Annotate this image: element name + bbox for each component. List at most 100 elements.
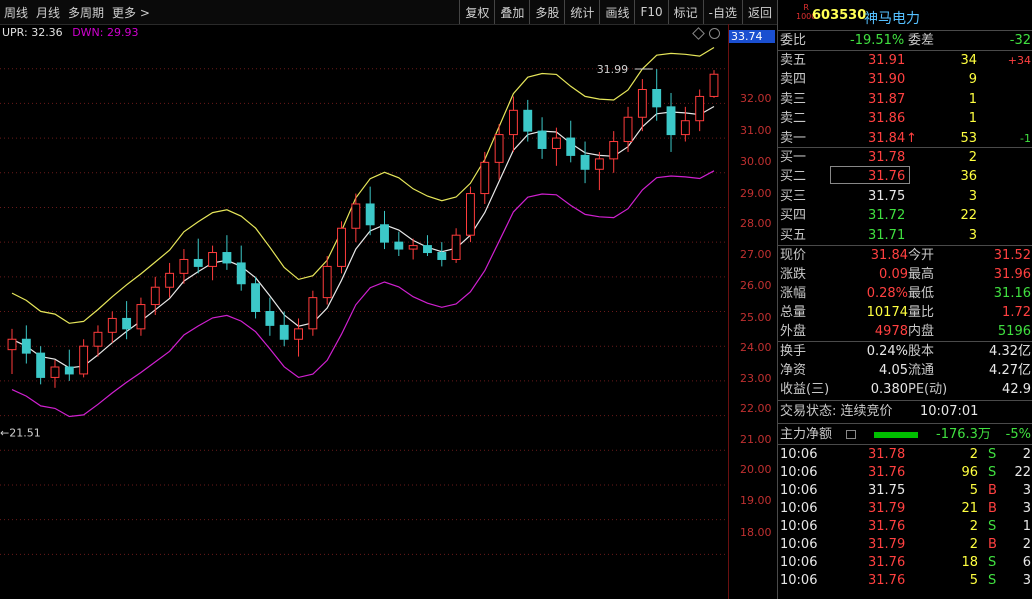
stock-name[interactable]: 神马电力	[864, 8, 920, 28]
quote-label: 内盘	[908, 324, 935, 339]
finance-value: 42.9	[1002, 382, 1031, 397]
tab-multi-period[interactable]: 多周期	[64, 4, 108, 21]
bid-price: 31.76	[868, 169, 906, 185]
adjust-button[interactable]: 复权	[459, 0, 494, 24]
price-axis-label: 18.00	[740, 526, 772, 539]
overlay-button[interactable]: 叠加	[494, 0, 529, 24]
ask-price: 31.91	[868, 53, 906, 68]
ask-change: +34	[1007, 54, 1031, 67]
tab-weekly[interactable]: 周线	[0, 4, 32, 21]
tick-count: 2	[1022, 447, 1031, 462]
quote-value: 31.84	[870, 248, 908, 263]
tick-time: 10:06	[780, 501, 818, 516]
list-icon[interactable]	[846, 430, 856, 439]
bid-row[interactable]: 买四 31.72 22	[778, 206, 1032, 225]
candle-body	[322, 265, 332, 299]
mark-button[interactable]: 标记	[667, 0, 703, 24]
quote-label: 最高	[908, 267, 935, 282]
ask-row[interactable]: 卖二 31.86 1	[778, 109, 1032, 128]
quote-panel: R 1000 603530 神马电力 委比 -19.51% 委差 -32 卖五 31…	[777, 0, 1032, 599]
candle-body	[609, 141, 619, 160]
tick-row[interactable]: 10:06 31.76 5 S 3	[778, 572, 1032, 590]
bid-volume: 22	[960, 208, 977, 224]
back-button[interactable]: 返回	[741, 0, 777, 24]
ask-volume: 1	[968, 91, 977, 107]
bid-row[interactable]: 买五 31.71 3	[778, 226, 1032, 245]
tick-row[interactable]: 10:06 31.76 96 S 22	[778, 464, 1032, 482]
candle-body	[21, 338, 31, 354]
stock-code[interactable]: 603530	[812, 8, 866, 23]
candle-body	[36, 352, 46, 378]
quote-value: 31.96	[993, 267, 1031, 282]
candle-body	[208, 252, 218, 267]
tick-row[interactable]: 10:06 31.76 18 S 6	[778, 554, 1032, 572]
price-axis-label: 19.00	[740, 494, 772, 507]
tick-time: 10:06	[780, 537, 818, 552]
mainforce-value: -176.3万	[936, 427, 991, 442]
chart-tools: 复权 叠加 多股 统计 画线 F10 标记 -自选 返回	[459, 0, 777, 24]
candle-body	[294, 328, 303, 340]
tick-side: S	[988, 555, 997, 570]
quote-row: 现价 31.84 今开 31.52	[778, 246, 1032, 265]
finance-row: 换手 0.24% 股本 4.32亿	[778, 342, 1032, 361]
candle-body	[337, 227, 346, 267]
bid-label: 买一	[780, 150, 807, 165]
price-axis-label: 26.00	[740, 279, 772, 292]
tick-row[interactable]: 10:06 31.76 2 S 1	[778, 518, 1032, 536]
ask-label: 卖三	[780, 91, 807, 107]
quote-row: 外盘 4978 内盘 5196	[778, 322, 1032, 341]
tick-row[interactable]: 10:06 31.78 2 S 2	[778, 446, 1032, 464]
tab-monthly[interactable]: 月线	[32, 4, 64, 21]
candle-body	[7, 338, 17, 351]
remove-watchlist-button[interactable]: -自选	[702, 0, 742, 24]
finance-value: 4.27亿	[989, 363, 1031, 378]
candle-body	[480, 161, 490, 195]
tick-count: 1	[1022, 519, 1031, 534]
tick-row[interactable]: 10:06 31.75 5 B 3	[778, 482, 1032, 500]
tick-volume: 5	[969, 573, 978, 588]
ask-row[interactable]: 卖五 31.91 34 +34	[778, 51, 1032, 70]
diff-value: -32	[1009, 33, 1031, 48]
tick-time: 10:06	[780, 447, 818, 462]
ask-row[interactable]: 卖四 31.90 9	[778, 70, 1032, 89]
candle-body	[222, 252, 232, 264]
tick-row[interactable]: 10:06 31.79 2 B 2	[778, 536, 1032, 554]
ask-row[interactable]: 卖三 31.87 1	[778, 90, 1032, 109]
tick-side: S	[988, 573, 997, 588]
bid-label: 买五	[780, 227, 807, 243]
multi-stock-button[interactable]: 多股	[529, 0, 564, 24]
more-button[interactable]: 更多 >	[108, 4, 154, 21]
tick-time: 10:06	[780, 555, 818, 570]
f10-button[interactable]: F10	[634, 0, 667, 24]
bid-row[interactable]: 买一 31.78 2	[778, 148, 1032, 167]
tick-side: S	[988, 519, 997, 534]
ask-price: 31.84	[868, 130, 906, 146]
candle-body	[122, 317, 132, 330]
tick-row[interactable]: 10:06 31.79 21 B 3	[778, 500, 1032, 518]
tick-count: 22	[1014, 465, 1031, 480]
price-axis-label: 32.00	[740, 92, 772, 105]
finance-label: 净资	[780, 363, 807, 378]
statistics-button[interactable]: 统计	[564, 0, 599, 24]
quote-label: 总量	[780, 305, 807, 320]
quote-row: 涨跌 0.09 最高 31.96	[778, 265, 1032, 284]
finance-label: 换手	[780, 344, 807, 359]
bid-volume: 3	[968, 188, 977, 204]
diff-label: 委差	[908, 33, 935, 48]
bid-row[interactable]: 买三 31.75 3	[778, 187, 1032, 206]
ask-volume: 1	[968, 111, 977, 127]
price-axis-label: 22.00	[740, 402, 772, 415]
quote-value: 10174	[866, 305, 908, 320]
finance-value: 4.32亿	[989, 344, 1031, 359]
candle-body	[437, 252, 447, 260]
candle-body	[165, 272, 175, 288]
bid-row[interactable]: 买二 31.76 36	[778, 167, 1032, 186]
status-time: 10:07:01	[920, 404, 979, 419]
candlestick-chart[interactable]: 31.99 ←21.51	[0, 24, 728, 599]
candle-body	[408, 245, 418, 250]
candle-body	[394, 241, 404, 250]
ask-row[interactable]: 卖一 31.84 ↑ 53 -1	[778, 129, 1032, 148]
candle-body	[93, 331, 103, 347]
high-price-label: 31.99	[597, 63, 629, 76]
draw-line-button[interactable]: 画线	[599, 0, 634, 24]
